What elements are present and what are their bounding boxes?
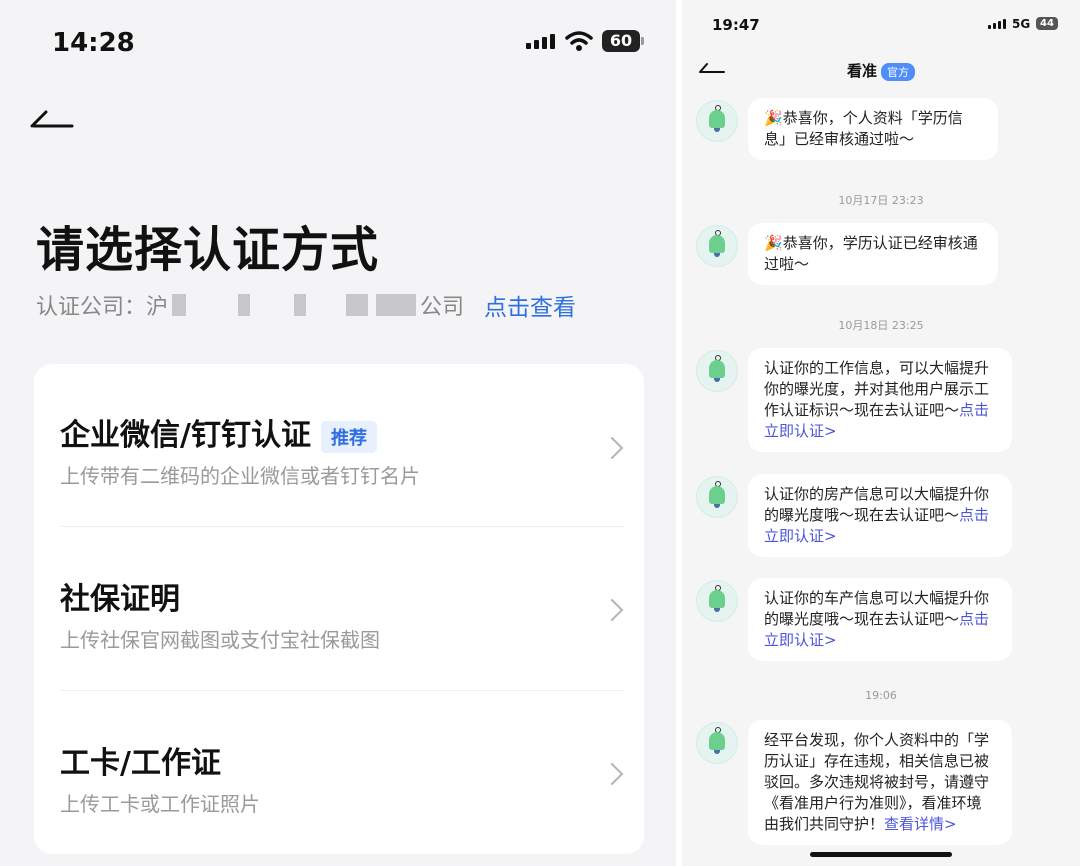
option-title: 企业微信/钉钉认证 推荐: [60, 410, 377, 454]
view-details-link[interactable]: 查看详情>: [884, 815, 957, 833]
bot-avatar: [696, 100, 738, 142]
redacted-block: [376, 294, 417, 316]
option-work-badge[interactable]: 工卡/工作证 上传工卡或工作证照片: [60, 692, 624, 852]
party-icon: 🎉: [764, 109, 783, 127]
signal-icon: [526, 34, 555, 49]
message-bubble: 认证你的车产信息可以大幅提升你的曝光度哦～现在去认证吧～点击立即认证>: [748, 578, 1012, 661]
bot-avatar: [696, 225, 738, 267]
company-suffix: 公司: [420, 295, 465, 320]
message-bubble: 🎉恭喜你，个人资料「学历信息」已经审核通过啦～: [748, 98, 998, 160]
message-bubble: 🎉恭喜你，学历认证已经审核通过啦～: [748, 223, 998, 285]
option-title: 社保证明: [60, 582, 180, 617]
redacted-block: [294, 294, 307, 316]
verification-method-screen: 14:28 60 请选择认证方式 认证公司： 沪 公司 点击查看 企业微信/钉钉…: [0, 0, 676, 866]
network-label: 5G: [1012, 17, 1031, 31]
option-title: 工卡/工作证: [60, 746, 221, 781]
page-title: 请选择认证方式: [36, 222, 380, 278]
party-icon: 🎉: [764, 234, 783, 252]
bot-avatar: [696, 722, 738, 764]
battery-icon: 44: [1036, 17, 1058, 30]
timestamp: 19:06: [865, 689, 897, 702]
battery-cap: [641, 37, 644, 45]
battery-icon: 60: [602, 30, 640, 52]
option-social-security[interactable]: 社保证明 上传社保官网截图或支付宝社保截图: [60, 528, 624, 688]
message-bubble: 经平台发现，你个人资料中的「学历认证」存在违规，相关信息已被驳回。多次违规将被封…: [748, 720, 1012, 845]
chevron-right-icon: [600, 436, 624, 460]
bot-avatar: [696, 350, 738, 392]
timestamp: 10月18日 23:25: [838, 319, 924, 332]
bot-avatar: [696, 476, 738, 518]
status-time: 14:28: [52, 28, 135, 58]
redacted-block: [172, 294, 187, 316]
divider: [60, 690, 624, 691]
official-badge: 官方: [881, 63, 915, 81]
status-time: 19:47: [712, 16, 760, 34]
home-indicator: [810, 852, 952, 857]
signal-icon: [988, 19, 1006, 29]
company-row: 认证公司： 沪 公司 点击查看: [36, 288, 576, 322]
back-icon[interactable]: [30, 108, 76, 130]
option-subtitle: 上传工卡或工作证照片: [60, 792, 260, 816]
message-bubble: 认证你的房产信息可以大幅提升你的曝光度哦～现在去认证吧～点击立即认证>: [748, 474, 1012, 557]
divider: [60, 526, 624, 527]
options-card: 企业微信/钉钉认证 推荐 上传带有二维码的企业微信或者钉钉名片 社保证明 上传社保…: [34, 364, 644, 854]
company-prefix: 认证公司：: [36, 295, 147, 320]
view-company-link[interactable]: 点击查看: [484, 288, 576, 322]
option-subtitle: 上传带有二维码的企业微信或者钉钉名片: [60, 464, 420, 488]
chevron-right-icon: [600, 598, 624, 622]
bot-avatar: [696, 580, 738, 622]
chat-title: 看准 官方: [682, 60, 1080, 81]
company-initial: 沪: [146, 295, 169, 320]
wifi-icon: [565, 31, 593, 51]
option-wecom-dingtalk[interactable]: 企业微信/钉钉认证 推荐 上传带有二维码的企业微信或者钉钉名片: [60, 364, 624, 524]
option-subtitle: 上传社保官网截图或支付宝社保截图: [60, 628, 380, 652]
chevron-right-icon: [600, 762, 624, 786]
timestamp: 10月17日 23:23: [838, 194, 924, 207]
recommend-badge: 推荐: [320, 420, 377, 453]
redacted-block: [346, 294, 369, 316]
chat-screen: 19:47 5G 44 看准 官方 🎉恭喜你，个人资料「学历信息」已经审核通过啦～…: [682, 0, 1080, 866]
message-bubble: 认证你的工作信息，可以大幅提升你的曝光度，并对其他用户展示工作认证标识～现在去认…: [748, 348, 1012, 452]
redacted-block: [238, 294, 251, 316]
